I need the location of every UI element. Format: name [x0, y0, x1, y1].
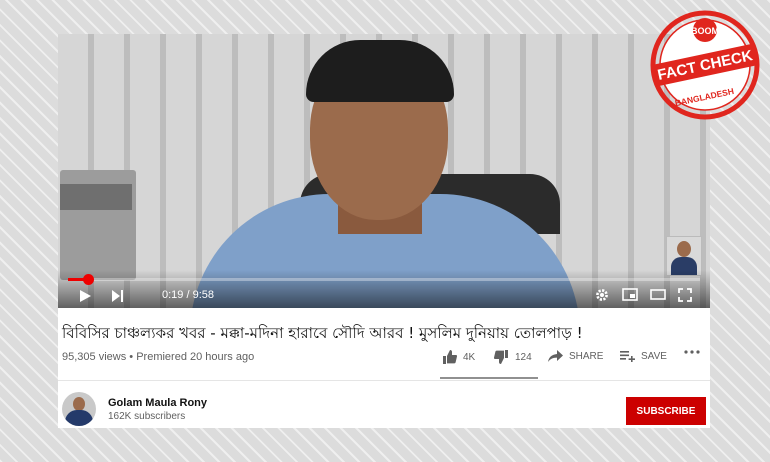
video-meta: 95,305 views • Premiered 20 hours ago — [62, 351, 254, 363]
settings-gear-icon[interactable] — [595, 288, 611, 302]
badge-top-text: BOOM — [691, 26, 719, 36]
save-button[interactable]: SAVE — [620, 350, 667, 362]
player-controls-gradient — [58, 270, 710, 308]
dislike-button[interactable]: 124 — [494, 350, 532, 364]
next-icon[interactable] — [112, 290, 124, 302]
youtube-watch-card: 0:19 / 9:58 বিবিসির চাঞ্চল্যকর খবর - মক্… — [58, 34, 710, 428]
like-button[interactable]: 4K — [442, 350, 475, 364]
share-label: SHARE — [569, 350, 604, 362]
thumbs-down-icon — [494, 350, 508, 364]
time-display: 0:19 / 9:58 — [162, 289, 214, 301]
more-icon — [684, 350, 700, 354]
subscriber-count: 162K subscribers — [108, 411, 186, 422]
share-icon — [548, 350, 563, 362]
subscribe-button[interactable]: SUBSCRIBE — [626, 397, 706, 425]
avatar-face — [73, 397, 85, 411]
channel-avatar[interactable] — [62, 392, 96, 426]
current-time: 0:19 — [162, 289, 184, 301]
dislike-count: 124 — [515, 351, 532, 363]
duration: 9:58 — [192, 289, 215, 301]
save-label: SAVE — [641, 350, 667, 362]
progress-bar[interactable] — [68, 274, 700, 285]
premiere-date: Premiered 20 hours ago — [136, 351, 255, 363]
play-icon[interactable] — [80, 290, 91, 302]
avatar-body — [65, 410, 93, 426]
fact-check-badge: BOOM FACT CHECK BANGLADESH — [650, 10, 760, 120]
presenter-image — [150, 34, 610, 308]
like-ratio-bar — [440, 377, 538, 379]
video-player[interactable]: 0:19 / 9:58 — [58, 34, 710, 308]
theater-mode-icon[interactable] — [650, 288, 666, 302]
view-count: 95,305 views — [62, 351, 127, 363]
fullscreen-icon[interactable] — [678, 288, 694, 302]
playlist-add-icon — [620, 351, 635, 362]
video-title: বিবিসির চাঞ্চল্যকর খবর - মক্কা-মদিনা হার… — [62, 324, 583, 342]
more-actions-button[interactable] — [684, 350, 700, 354]
thumbs-up-icon — [443, 350, 457, 364]
section-divider — [58, 380, 710, 381]
channel-name[interactable]: Golam Maula Rony — [108, 397, 207, 409]
presenter-hair — [306, 40, 454, 102]
share-button[interactable]: SHARE — [548, 350, 603, 362]
watermark-face — [677, 241, 691, 257]
printer-panel — [60, 184, 132, 210]
miniplayer-icon[interactable] — [622, 288, 638, 302]
like-count: 4K — [463, 351, 476, 363]
